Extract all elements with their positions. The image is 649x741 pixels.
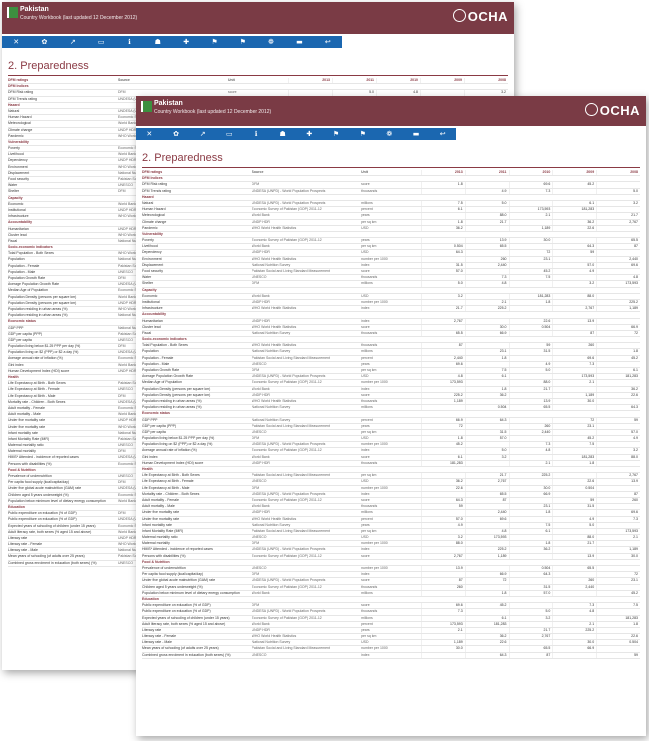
- workbook-page-front: Pakistan Country Workbook (last updated …: [136, 96, 646, 736]
- home-icon[interactable]: ☗: [269, 128, 296, 140]
- flag-icon: [141, 101, 152, 112]
- back-icon[interactable]: ↩: [314, 36, 342, 48]
- nav-toolbar: ✕ ✿ ↗ ▭ ℹ ☗ ✚ ⚑ ⚑ ❁ ▬ ↩: [136, 128, 456, 140]
- country-name: Pakistan: [154, 100, 183, 107]
- flag-icon[interactable]: ⚑: [349, 128, 376, 140]
- briefcase-icon[interactable]: ▬: [285, 36, 313, 48]
- indicator-table: DFM ratings Source Unit 2013 2011 2010 2009 200…: [142, 170, 640, 659]
- briefcase-icon[interactable]: ▬: [403, 128, 430, 140]
- divider: [142, 167, 640, 168]
- workbook-subtitle: Country Workbook (last updated 12 Decemb…: [20, 15, 138, 21]
- tools-icon[interactable]: ✕: [2, 36, 30, 48]
- chart-icon[interactable]: ✿: [163, 128, 190, 140]
- trend-icon[interactable]: ↗: [59, 36, 87, 48]
- table-icon[interactable]: ▭: [216, 128, 243, 140]
- pin-icon[interactable]: ⚑: [200, 36, 228, 48]
- ocha-logo: OCHA: [584, 103, 640, 118]
- section-title: 2. Preparedness: [142, 152, 223, 164]
- un-emblem-icon: [452, 9, 466, 22]
- flag-icon: [7, 7, 18, 18]
- people-icon[interactable]: ✚: [296, 128, 323, 140]
- table-icon[interactable]: ▭: [87, 36, 115, 48]
- table-row: Combined gross enrolment in education (b…: [142, 652, 640, 659]
- globe-icon[interactable]: ❁: [376, 128, 403, 140]
- section-title: 2. Preparedness: [8, 60, 89, 72]
- info-icon[interactable]: ℹ: [115, 36, 143, 48]
- people-icon[interactable]: ✚: [172, 36, 200, 48]
- back-icon[interactable]: ↩: [429, 128, 456, 140]
- workbook-subtitle: Country Workbook (last updated 12 Decemb…: [154, 109, 272, 115]
- pin-icon[interactable]: ⚑: [323, 128, 350, 140]
- globe-icon[interactable]: ❁: [257, 36, 285, 48]
- trend-icon[interactable]: ↗: [189, 128, 216, 140]
- divider: [8, 75, 508, 76]
- home-icon[interactable]: ☗: [144, 36, 172, 48]
- flag-icon[interactable]: ⚑: [229, 36, 257, 48]
- nav-toolbar: ✕ ✿ ↗ ▭ ℹ ☗ ✚ ⚑ ⚑ ❁ ▬ ↩: [2, 36, 342, 48]
- title-bar: Pakistan Country Workbook (last updated …: [136, 96, 646, 126]
- un-emblem-icon: [584, 103, 598, 116]
- info-icon[interactable]: ℹ: [243, 128, 270, 140]
- title-bar: Pakistan Country Workbook (last updated …: [2, 2, 514, 34]
- chart-icon[interactable]: ✿: [30, 36, 58, 48]
- country-name: Pakistan: [20, 6, 49, 13]
- tools-icon[interactable]: ✕: [136, 128, 163, 140]
- ocha-logo: OCHA: [452, 9, 508, 24]
